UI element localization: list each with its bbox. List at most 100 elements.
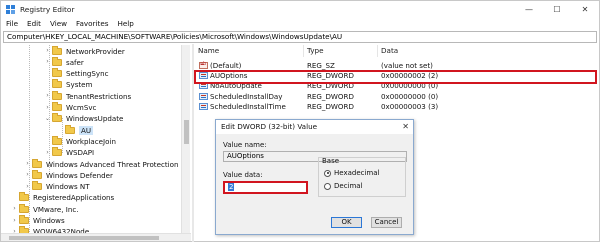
tree-item[interactable]: › safer <box>44 56 84 67</box>
ok-button[interactable]: OK <box>331 217 362 228</box>
value-name: ScheduledInstallDay <box>210 91 283 101</box>
tree-item[interactable]: › WSDAPI <box>44 147 95 158</box>
tree-item[interactable]: AU <box>57 124 94 135</box>
radio-decimal[interactable]: Decimal <box>324 182 363 190</box>
value-data-label: Value data: <box>223 171 263 179</box>
radio-label: Decimal <box>334 182 363 190</box>
folder-icon <box>19 192 29 202</box>
tree-item-label: Windows Defender <box>46 170 113 180</box>
value-name-label: Value name: <box>223 141 267 149</box>
expand-chevron-icon[interactable]: › <box>44 148 51 158</box>
tree-item[interactable]: › VMware, Inc. <box>11 203 79 214</box>
column-header-type[interactable]: Type <box>304 45 378 57</box>
expand-chevron-icon[interactable]: › <box>24 170 31 180</box>
expand-chevron-icon[interactable]: › <box>11 216 18 226</box>
value-data: (value not set) <box>381 60 433 70</box>
tree-item[interactable]: System <box>44 79 93 90</box>
folder-icon <box>52 147 62 157</box>
value-type: REG_SZ <box>307 60 335 70</box>
expand-chevron-icon[interactable]: › <box>44 91 51 101</box>
folder-icon <box>19 203 29 213</box>
tree-vertical-scrollbar[interactable] <box>181 45 190 233</box>
expand-chevron-icon[interactable]: ⌄ <box>44 114 51 124</box>
tree-item[interactable]: › Windows Advanced Threat Protection <box>24 158 179 169</box>
dword-value-icon <box>199 103 208 111</box>
title-bar: Registry Editor — ☐ ✕ <box>1 1 599 17</box>
folder-icon <box>52 79 62 89</box>
menu-favorites[interactable]: Favorites <box>76 19 108 28</box>
column-header-name[interactable]: Name <box>195 45 304 57</box>
tree-item[interactable]: › TenantRestrictions <box>44 90 131 101</box>
menu-file[interactable]: File <box>6 19 18 28</box>
tree-item[interactable]: › NetworkProvider <box>44 45 125 56</box>
tree-item-label: System <box>66 80 93 90</box>
tree-item-label: WcmSvc <box>66 103 97 112</box>
tree-item[interactable]: WorkplaceJoin <box>44 135 116 146</box>
registry-value-row[interactable]: (Default) REG_SZ (value not set) <box>195 60 599 70</box>
registry-value-row[interactable]: ScheduledInstallDay REG_DWORD 0x00000000 (… <box>195 91 599 101</box>
tree-item-label: SettingSync <box>66 69 109 79</box>
value-name: (Default) <box>210 60 242 70</box>
registry-value-row[interactable]: ScheduledInstallTime REG_DWORD 0x00000003 … <box>195 102 599 112</box>
expand-chevron-icon[interactable]: › <box>44 103 51 113</box>
window-title: Registry Editor <box>20 4 75 14</box>
tree-item[interactable]: › WcmSvc <box>44 102 97 113</box>
expand-chevron-icon[interactable]: › <box>24 159 31 169</box>
tree-item-label: NetworkProvider <box>66 46 125 56</box>
folder-icon <box>32 169 42 179</box>
radio-dot-icon <box>324 182 331 190</box>
tree-item-label: Windows Advanced Threat Protection <box>46 159 179 169</box>
tree-item[interactable]: › Windows NT <box>24 181 90 192</box>
value-data: 0x00000003 (3) <box>381 102 439 112</box>
tree-item-label: safer <box>66 57 84 67</box>
expand-chevron-icon[interactable]: › <box>24 182 31 192</box>
tree-item-label: WSDAPI <box>66 148 95 158</box>
scroll-thumb[interactable] <box>9 236 159 240</box>
dialog-close-icon[interactable]: ✕ <box>402 120 409 134</box>
base-label: Base <box>322 157 340 165</box>
tree-item[interactable]: RegisteredApplications <box>11 192 114 203</box>
value-data: 0x00000000 (0) <box>381 91 439 101</box>
column-header-data[interactable]: Data <box>378 45 599 57</box>
registry-app-icon <box>6 4 15 14</box>
radio-hexadecimal[interactable]: Hexadecimal <box>324 169 379 177</box>
maximize-button[interactable]: ☐ <box>543 1 571 17</box>
dword-value-icon <box>199 92 208 100</box>
folder-icon <box>32 158 42 168</box>
edit-dword-dialog: Edit DWORD (32-bit) Value ✕ Value name: … <box>215 119 414 235</box>
radio-label: Hexadecimal <box>334 169 380 177</box>
tree-item-label: WorkplaceJoin <box>66 136 116 146</box>
minimize-button[interactable]: — <box>515 1 543 17</box>
tree-item[interactable]: ⌄ WindowsUpdate <box>44 113 124 124</box>
folder-icon <box>52 102 62 111</box>
window-controls: — ☐ ✕ <box>515 1 599 17</box>
tree-item-label: VMware, Inc. <box>33 204 79 214</box>
expand-chevron-icon[interactable]: › <box>44 57 51 67</box>
address-bar[interactable]: Computer\HKEY_LOCAL_MACHINE\SOFTWARE\Pol… <box>3 31 597 43</box>
tree-item[interactable]: › Windows Defender <box>24 169 113 180</box>
value-data-field[interactable]: 2 <box>223 181 308 194</box>
close-button[interactable]: ✕ <box>571 1 599 17</box>
dialog-title: Edit DWORD (32-bit) Value <box>216 120 413 134</box>
tree-item[interactable]: SettingSync <box>44 68 109 79</box>
menu-bar: File Edit View Favorites Help <box>1 17 599 30</box>
folder-icon <box>52 113 62 123</box>
value-data-text: 2 <box>228 183 235 191</box>
expand-chevron-icon[interactable]: › <box>11 204 18 214</box>
folder-icon <box>32 181 42 191</box>
folder-icon <box>65 124 75 134</box>
cancel-button[interactable]: Cancel <box>371 217 402 228</box>
registry-tree: › NetworkProvider › safer SettingSync System ›… <box>1 45 191 241</box>
menu-help[interactable]: Help <box>117 19 133 28</box>
registry-editor-window: Registry Editor — ☐ ✕ File Edit View Fav… <box>0 0 600 242</box>
folder-icon <box>52 90 62 100</box>
tree-item-label: AU <box>79 125 94 135</box>
scroll-thumb[interactable] <box>184 120 189 144</box>
menu-view[interactable]: View <box>50 19 67 28</box>
menu-edit[interactable]: Edit <box>27 19 41 28</box>
value-type: REG_DWORD <box>307 91 354 101</box>
expand-chevron-icon[interactable]: › <box>44 46 51 56</box>
tree-item-label: WindowsUpdate <box>66 114 124 124</box>
tree-horizontal-scrollbar[interactable] <box>1 233 191 241</box>
tree-item[interactable]: › Windows <box>11 215 65 226</box>
